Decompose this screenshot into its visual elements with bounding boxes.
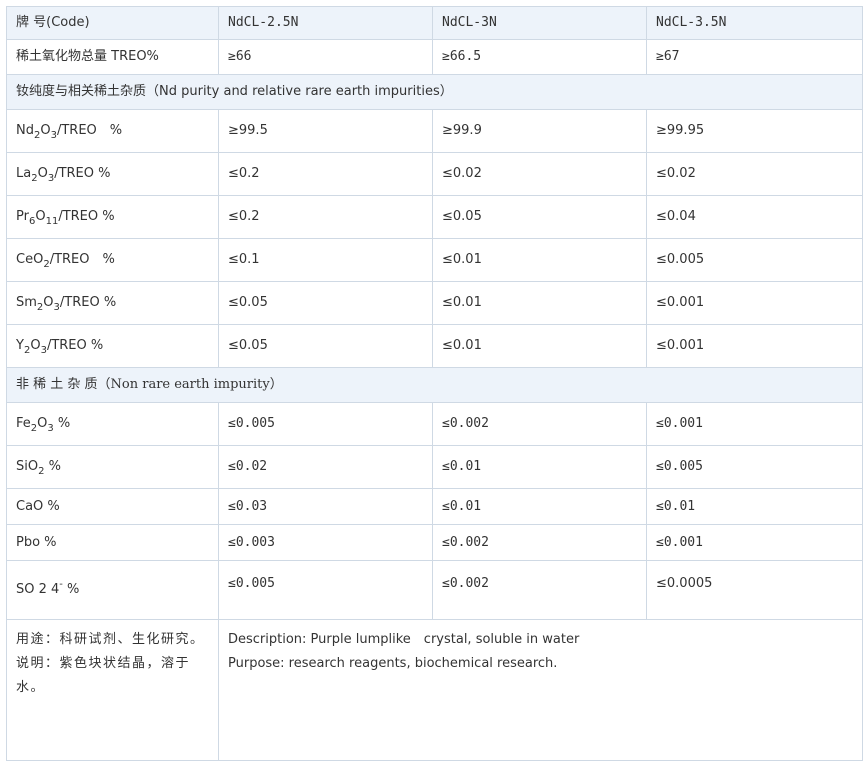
grade-header-3: NdCL-3.5N bbox=[646, 6, 863, 40]
table-row: Pr6O11/TREO % ≤0.2 ≤0.05 ≤0.04 bbox=[6, 195, 863, 239]
row-label-sio2: SiO2 % bbox=[6, 445, 219, 489]
value-cell: ≤0.04 bbox=[646, 195, 863, 239]
grade-header-2: NdCL-3N bbox=[432, 6, 647, 40]
table-row: Nd2O3/TREO % ≥99.5 ≥99.9 ≥99.95 bbox=[6, 109, 863, 153]
treo-label: 稀土氧化物总量 TREO% bbox=[6, 39, 219, 75]
row-label-pr6o11: Pr6O11/TREO % bbox=[6, 195, 219, 239]
table-row: Sm2O3/TREO % ≤0.05 ≤0.01 ≤0.001 bbox=[6, 281, 863, 325]
value-cell: ≤0.05 bbox=[218, 324, 433, 368]
table-row: SiO2 % ≤0.02 ≤0.01 ≤0.005 bbox=[6, 445, 863, 489]
value-cell: ≤0.005 bbox=[218, 560, 433, 620]
value-cell: ≤0.01 bbox=[432, 238, 647, 282]
value-cell: ≤0.001 bbox=[646, 524, 863, 561]
value-cell: ≤0.05 bbox=[218, 281, 433, 325]
header-row: 牌 号(Code) NdCL-2.5N NdCL-3N NdCL-3.5N bbox=[6, 6, 863, 40]
value-cell: ≤0.005 bbox=[646, 238, 863, 282]
spec-table: 牌 号(Code) NdCL-2.5N NdCL-3N NdCL-3.5N 稀土… bbox=[6, 6, 863, 761]
usage-cn: 用途：科研试剂、生化研究。 bbox=[16, 632, 205, 647]
table-row: Y2O3/TREO % ≤0.05 ≤0.01 ≤0.001 bbox=[6, 324, 863, 368]
table-row: Pbo % ≤0.003 ≤0.002 ≤0.001 bbox=[6, 524, 863, 561]
value-cell: ≤0.001 bbox=[646, 324, 863, 368]
value-cell: ≥99.9 bbox=[432, 109, 647, 153]
value-cell: ≤0.005 bbox=[218, 402, 433, 446]
value-cell: ≤0.002 bbox=[432, 402, 647, 446]
treo-value-3: ≥67 bbox=[646, 39, 863, 75]
row-label-pbo: Pbo % bbox=[6, 524, 219, 561]
value-cell: ≤0.2 bbox=[218, 195, 433, 239]
value-cell: ≤0.02 bbox=[432, 152, 647, 196]
value-cell: ≤0.01 bbox=[432, 445, 647, 489]
section-re-row: 钕纯度与相关稀土杂质（Nd purity and relative rare e… bbox=[6, 74, 863, 110]
value-cell: ≤0.2 bbox=[218, 152, 433, 196]
treo-value-1: ≥66 bbox=[218, 39, 433, 75]
section-non-row: 非 稀 土 杂 质（Non rare earth impurity） bbox=[6, 367, 863, 403]
section-non-title: 非 稀 土 杂 质（Non rare earth impurity） bbox=[6, 367, 863, 403]
value-cell: ≤0.01 bbox=[432, 281, 647, 325]
footer-en-cell: Description: Purple lumplike crystal, so… bbox=[218, 619, 863, 761]
value-cell: ≤0.01 bbox=[646, 488, 863, 525]
footer-cn-cell: 用途：科研试剂、生化研究。 说明：紫色块状结晶，溶于水。 bbox=[6, 619, 219, 761]
value-cell: ≤0.1 bbox=[218, 238, 433, 282]
value-cell: ≥99.95 bbox=[646, 109, 863, 153]
value-cell: ≤0.05 bbox=[432, 195, 647, 239]
description-cn: 说明：紫色块状结晶，溶于水。 bbox=[16, 656, 191, 695]
table-row: CeO2/TREO % ≤0.1 ≤0.01 ≤0.005 bbox=[6, 238, 863, 282]
section-re-title: 钕纯度与相关稀土杂质（Nd purity and relative rare e… bbox=[6, 74, 863, 110]
value-cell: ≤0.001 bbox=[646, 281, 863, 325]
value-cell: ≥99.5 bbox=[218, 109, 433, 153]
purpose-en: Purpose: research reagents, biochemical … bbox=[228, 656, 558, 671]
code-label: 牌 号(Code) bbox=[6, 6, 219, 40]
value-cell: ≤0.01 bbox=[432, 324, 647, 368]
table-row: CaO % ≤0.03 ≤0.01 ≤0.01 bbox=[6, 488, 863, 525]
row-label-so4: SO 2 4- % bbox=[6, 560, 219, 620]
description-en: Description: Purple lumplike crystal, so… bbox=[228, 632, 580, 647]
value-cell: ≤0.02 bbox=[218, 445, 433, 489]
row-label-ceo2: CeO2/TREO % bbox=[6, 238, 219, 282]
row-label-y2o3: Y2O3/TREO % bbox=[6, 324, 219, 368]
value-cell: ≤0.001 bbox=[646, 402, 863, 446]
footer-row: 用途：科研试剂、生化研究。 说明：紫色块状结晶，溶于水。 Description… bbox=[6, 619, 863, 761]
grade-header-1: NdCL-2.5N bbox=[218, 6, 433, 40]
value-cell: ≤0.02 bbox=[646, 152, 863, 196]
row-label-cao: CaO % bbox=[6, 488, 219, 525]
row-label-nd2o3: Nd2O3/TREO % bbox=[6, 109, 219, 153]
value-cell: ≤0.01 bbox=[432, 488, 647, 525]
value-cell: ≤0.03 bbox=[218, 488, 433, 525]
value-cell: ≤0.003 bbox=[218, 524, 433, 561]
table-row: Fe2O3 % ≤0.005 ≤0.002 ≤0.001 bbox=[6, 402, 863, 446]
value-cell: ≤0.002 bbox=[432, 524, 647, 561]
treo-value-2: ≥66.5 bbox=[432, 39, 647, 75]
value-cell: ≤0.005 bbox=[646, 445, 863, 489]
row-label-sm2o3: Sm2O3/TREO % bbox=[6, 281, 219, 325]
table-row: SO 2 4- % ≤0.005 ≤0.002 ≤0.0005 bbox=[6, 560, 863, 620]
treo-row: 稀土氧化物总量 TREO% ≥66 ≥66.5 ≥67 bbox=[6, 39, 863, 75]
table-row: La2O3/TREO % ≤0.2 ≤0.02 ≤0.02 bbox=[6, 152, 863, 196]
row-label-fe2o3: Fe2O3 % bbox=[6, 402, 219, 446]
row-label-la2o3: La2O3/TREO % bbox=[6, 152, 219, 196]
value-cell: ≤0.002 bbox=[432, 560, 647, 620]
value-cell: ≤0.0005 bbox=[646, 560, 863, 620]
